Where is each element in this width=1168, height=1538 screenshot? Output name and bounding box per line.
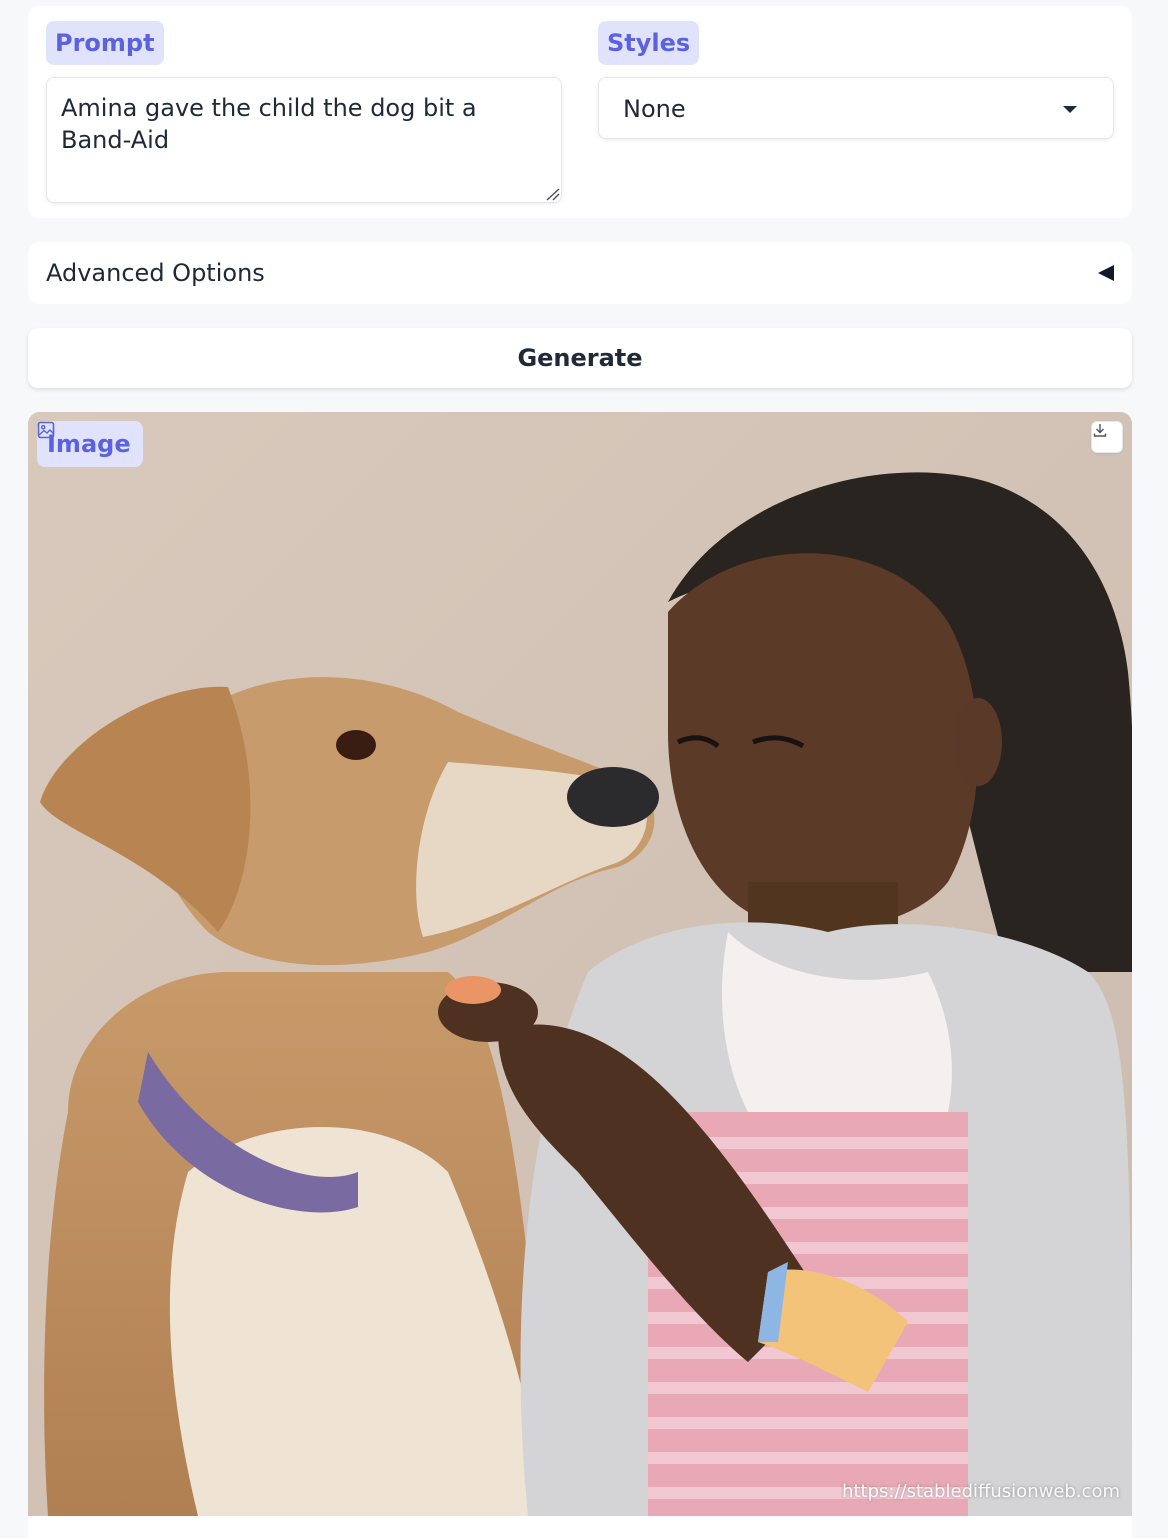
panel-footer: [28, 1516, 1132, 1538]
styles-selected-value: None: [623, 95, 686, 123]
input-panel: Prompt Amina gave the child the dog bit …: [28, 6, 1132, 218]
collapse-triangle-icon: [1098, 265, 1114, 281]
watermark-text: https://stablediffusionweb.com: [842, 1481, 1120, 1502]
prompt-label: Prompt: [46, 21, 164, 65]
download-button[interactable]: [1091, 421, 1123, 453]
image-label: Image: [37, 421, 143, 467]
chevron-down-icon: [1063, 106, 1077, 113]
prompt-input[interactable]: Amina gave the child the dog bit a Band-…: [46, 77, 562, 203]
download-icon: [1093, 424, 1107, 437]
image-icon: [37, 421, 55, 439]
styles-dropdown[interactable]: None: [598, 77, 1114, 139]
generated-image: [28, 412, 1132, 1516]
styles-label: Styles: [598, 21, 700, 65]
image-label-text: Image: [47, 430, 131, 458]
advanced-options-label: Advanced Options: [46, 259, 265, 287]
output-image-panel: Image https://stablediffusionweb.com: [28, 412, 1132, 1516]
resize-handle-icon[interactable]: [544, 187, 560, 201]
generate-button[interactable]: Generate: [28, 328, 1132, 388]
advanced-options-accordion[interactable]: Advanced Options: [28, 242, 1132, 304]
